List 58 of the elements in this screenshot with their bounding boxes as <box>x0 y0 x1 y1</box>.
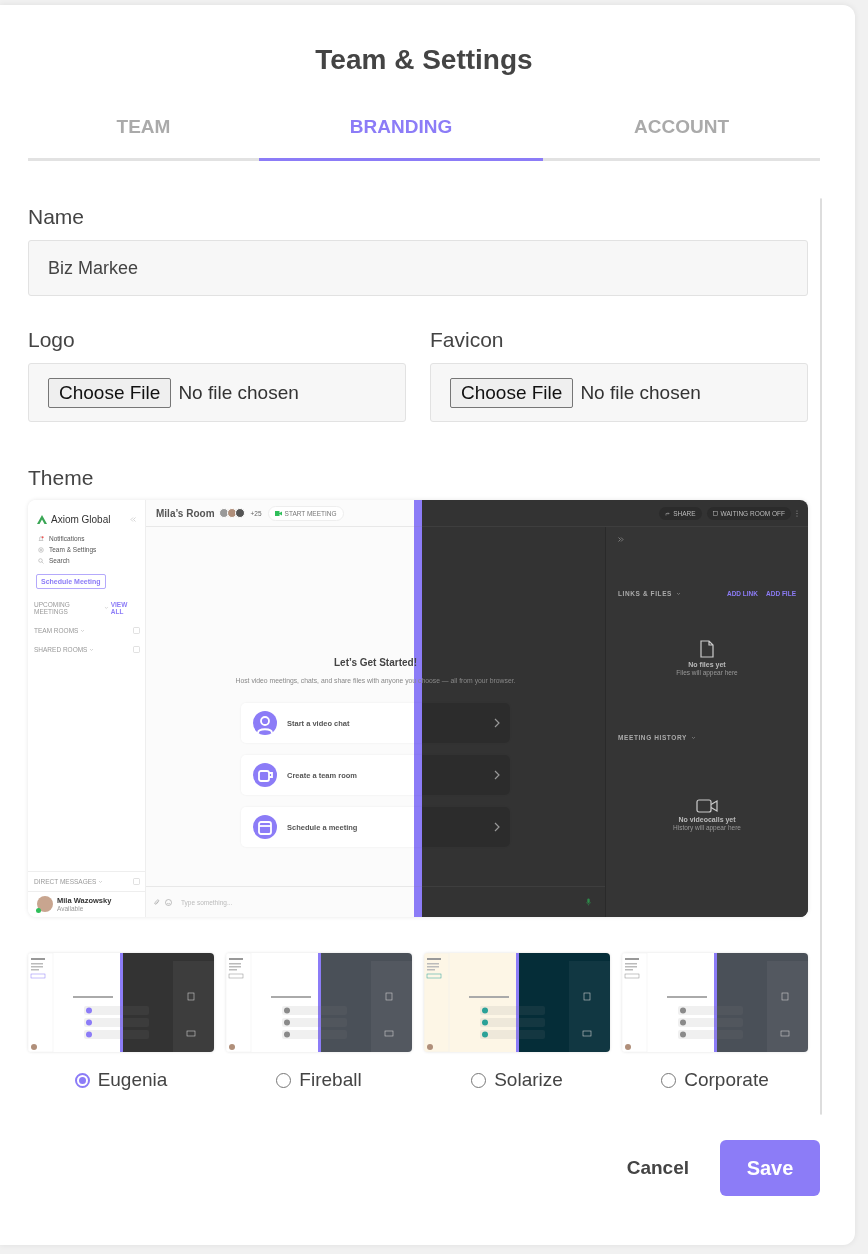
logo-icon <box>37 515 47 524</box>
choose-file-button[interactable]: Choose File <box>450 377 574 408</box>
door-icon <box>712 510 718 516</box>
radio-button[interactable] <box>471 1072 487 1088</box>
theme-option[interactable]: Solarize <box>471 1069 563 1091</box>
chevron-right-icon <box>494 718 500 728</box>
choose-file-button[interactable]: Choose File <box>48 377 172 408</box>
radio-button[interactable] <box>74 1072 90 1088</box>
brand-name: Axiom Global <box>51 514 111 525</box>
video-camera-icon <box>274 510 282 516</box>
bell-icon[interactable] <box>38 535 44 542</box>
theme-thumbnail-drawing[interactable] <box>622 953 808 1052</box>
double-chevron-right-icon[interactable] <box>618 537 624 542</box>
theme-option[interactable]: Eugenia <box>74 1069 168 1091</box>
chevron-down-icon[interactable] <box>89 647 95 652</box>
paperclip-icon[interactable] <box>154 898 160 906</box>
chevron-right-icon <box>494 822 500 832</box>
participant-avatars <box>220 508 245 518</box>
theme-option[interactable]: Corporate <box>661 1069 769 1091</box>
video-camera-icon <box>696 799 718 813</box>
double-chevron-left-icon[interactable] <box>130 517 136 522</box>
file-status: No file chosen <box>178 381 299 404</box>
search-icon[interactable] <box>38 557 44 564</box>
action-icon <box>253 711 277 735</box>
radio-button[interactable] <box>661 1072 677 1088</box>
file-input-field[interactable]: Choose File No file chosen <box>430 363 808 422</box>
action-icon <box>253 815 277 839</box>
file-input-field[interactable]: Choose File No file chosen <box>28 363 406 422</box>
chevron-down-icon[interactable] <box>98 879 104 884</box>
file-icon <box>700 640 714 658</box>
scrollbar[interactable] <box>820 198 822 1115</box>
theme-thumbnail-drawing[interactable] <box>424 953 610 1052</box>
chevron-down-icon[interactable] <box>690 735 696 740</box>
add-icon[interactable] <box>133 646 140 653</box>
file-status: No file chosen <box>580 381 701 404</box>
field-label: Logo <box>28 327 76 353</box>
field-label: Theme <box>28 465 95 491</box>
online-dot-icon <box>36 908 41 913</box>
theme-thumbnail-drawing[interactable] <box>28 953 214 1052</box>
share-icon <box>665 510 671 516</box>
cancel-button[interactable]: Cancel <box>626 1151 689 1185</box>
action-icon <box>253 763 277 787</box>
field-label: Favicon <box>430 327 505 353</box>
theme-option[interactable]: Fireball <box>276 1069 362 1091</box>
room-title: Mila’s Room <box>156 507 215 519</box>
field-label: Name <box>28 204 86 230</box>
chevron-right-icon <box>494 770 500 780</box>
chevron-down-icon[interactable] <box>80 628 86 633</box>
smiley-icon[interactable] <box>165 898 172 906</box>
settings-icon[interactable] <box>38 546 44 553</box>
microphone-icon[interactable] <box>586 898 591 906</box>
radio-button[interactable] <box>276 1072 292 1088</box>
dialog-title: Team & Settings <box>315 43 533 77</box>
theme-thumbnail-drawing[interactable] <box>226 953 412 1052</box>
add-icon[interactable] <box>133 627 140 634</box>
name-input-field[interactable]: Biz Markee <box>28 240 808 296</box>
chevron-down-icon[interactable] <box>676 591 682 596</box>
add-icon[interactable] <box>133 878 140 885</box>
